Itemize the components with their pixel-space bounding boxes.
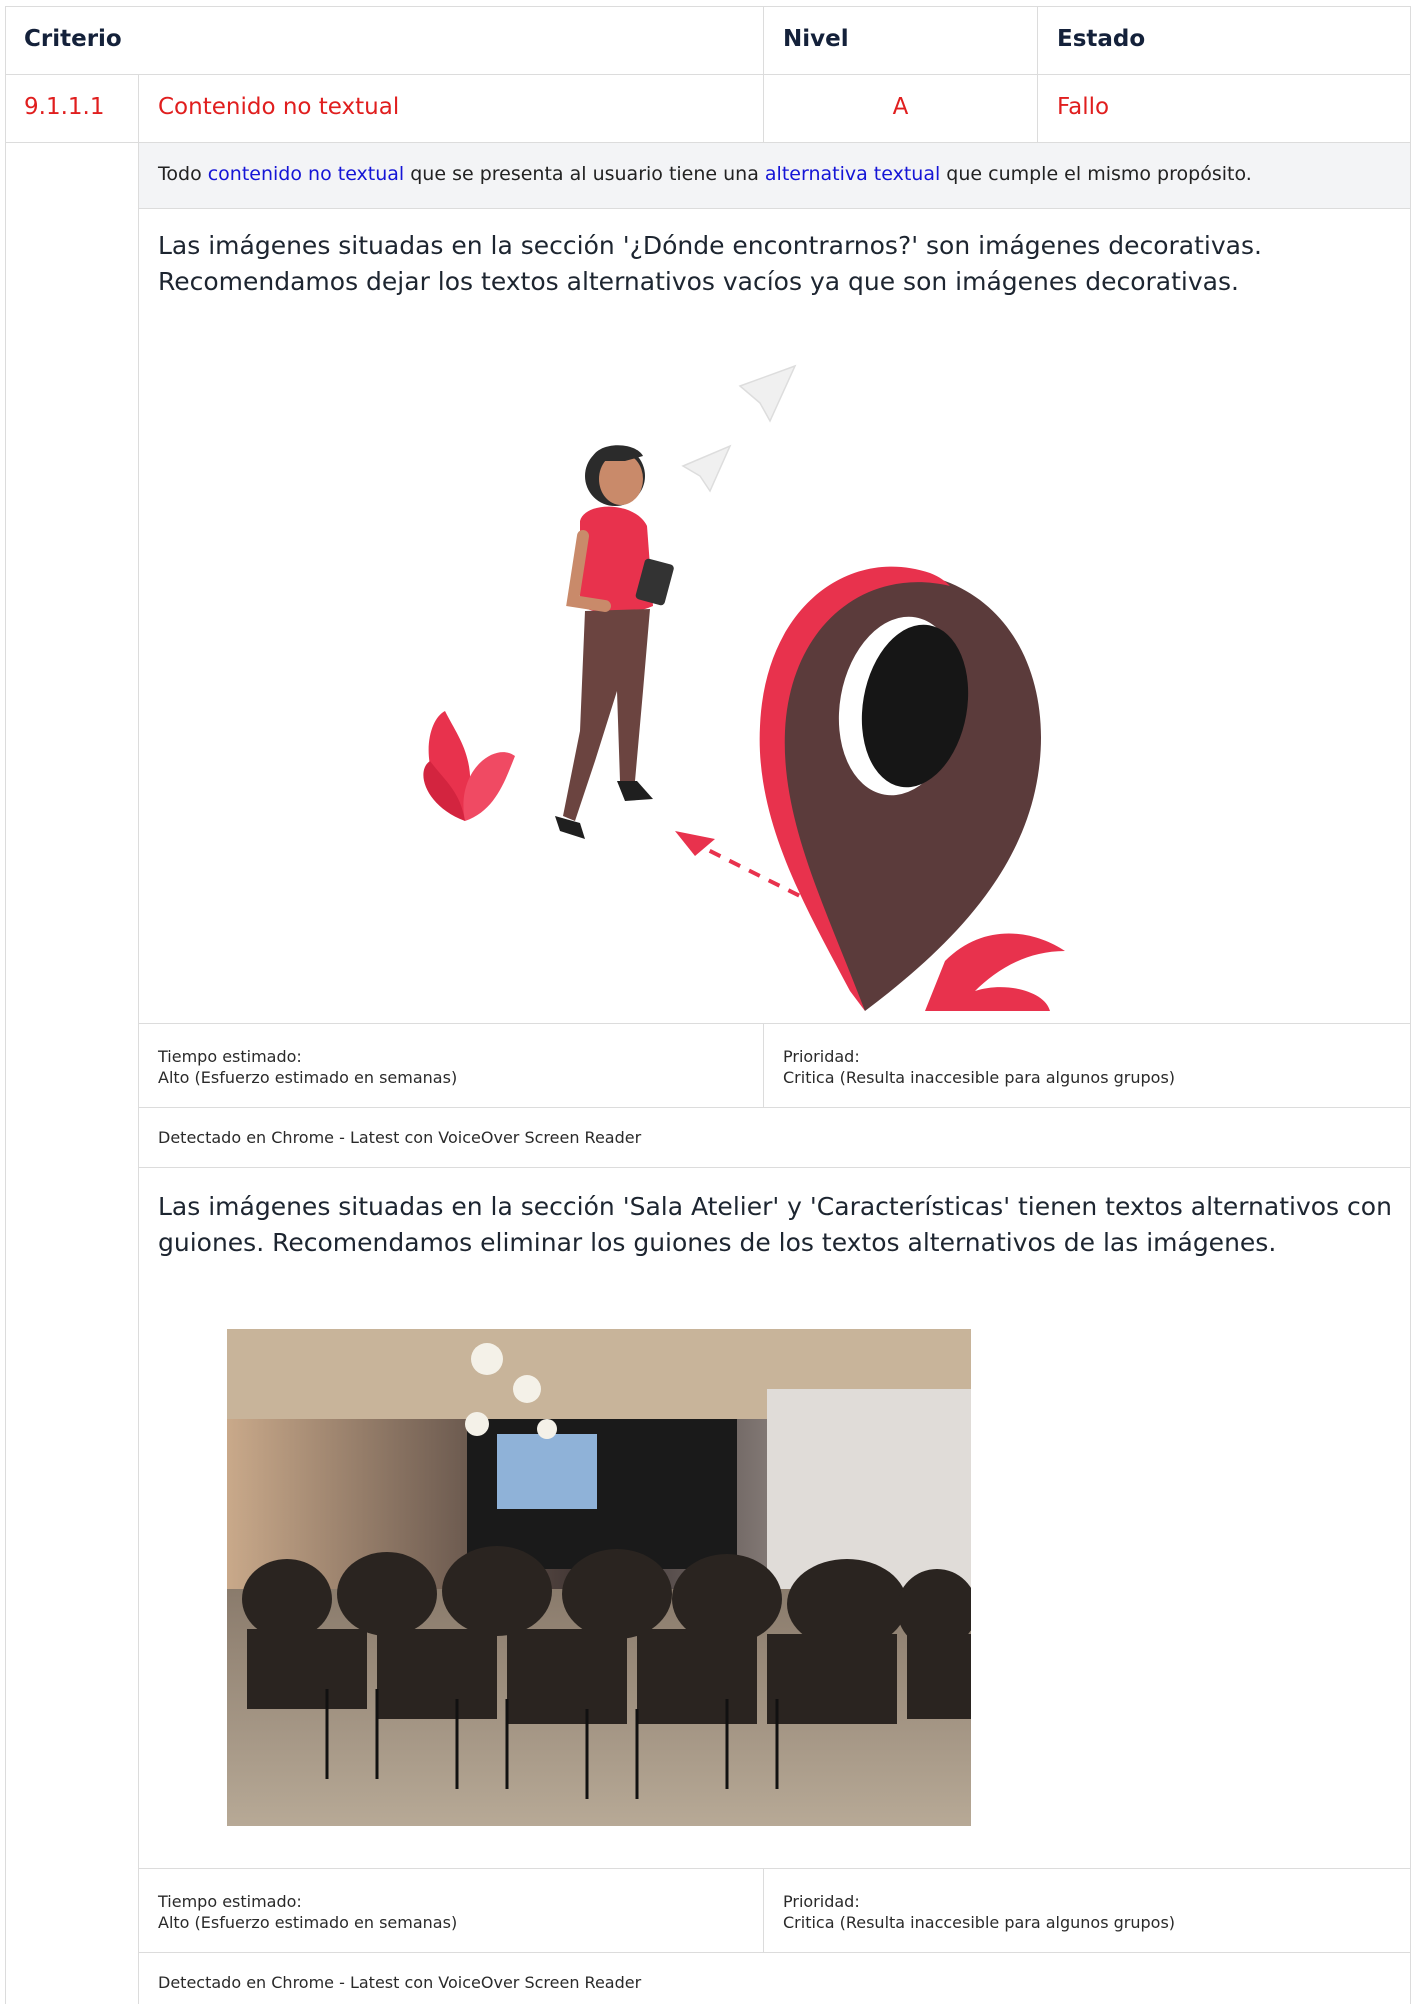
criterion-name: Contenido no textual [158,94,400,120]
finding-1-time: Tiempo estimado: Alto (Esfuerzo estimado… [158,1046,457,1088]
criterion-level: A [892,94,909,120]
location-illustration [423,364,1065,1011]
criterion-description: Todo contenido no textual que se present… [158,163,1252,185]
priority-label: Prioridad: [783,1047,860,1066]
time-value: Alto (Esfuerzo estimado en semanas) [158,1913,458,1932]
header-nivel: Nivel [783,26,849,52]
finding-2-priority: Prioridad: Critica (Resulta inaccesible … [783,1891,1175,1933]
finding-1-text: Las imágenes situadas en la sección '¿Dó… [158,231,1262,296]
finding-1-priority: Prioridad: Critica (Resulta inaccesible … [783,1046,1175,1088]
finding-2-text: Las imágenes situadas en la sección 'Sal… [158,1192,1392,1257]
link-alternativa-textual[interactable]: alternativa textual [765,163,940,185]
finding-2-detected: Detectado en Chrome - Latest con VoiceOv… [158,1973,642,1992]
priority-value: Critica (Resulta inaccesible para alguno… [783,1068,1176,1087]
criterion-id: 9.1.1.1 [24,94,105,120]
header-estado: Estado [1057,26,1146,52]
time-label: Tiempo estimado: [158,1047,302,1066]
time-label: Tiempo estimado: [158,1892,302,1911]
priority-label: Prioridad: [783,1892,860,1911]
priority-value: Critica (Resulta inaccesible para alguno… [783,1913,1176,1932]
event-room-photo [227,1329,971,1826]
link-contenido-no-textual[interactable]: contenido no textual [208,163,404,185]
woman-figure [555,445,674,839]
location-pin-icon [759,566,1065,1011]
finding-1-detected: Detectado en Chrome - Latest con VoiceOv… [158,1128,642,1147]
header-criterio: Criterio [24,26,122,52]
finding-2-time: Tiempo estimado: Alto (Esfuerzo estimado… [158,1891,457,1933]
criterion-status: Fallo [1057,94,1110,120]
time-value: Alto (Esfuerzo estimado en semanas) [158,1068,458,1087]
leaf-plant-icon [423,711,515,821]
accessibility-report-table: Criterio Nivel Estado 9.1.1.1 Contenido … [5,6,1411,2004]
